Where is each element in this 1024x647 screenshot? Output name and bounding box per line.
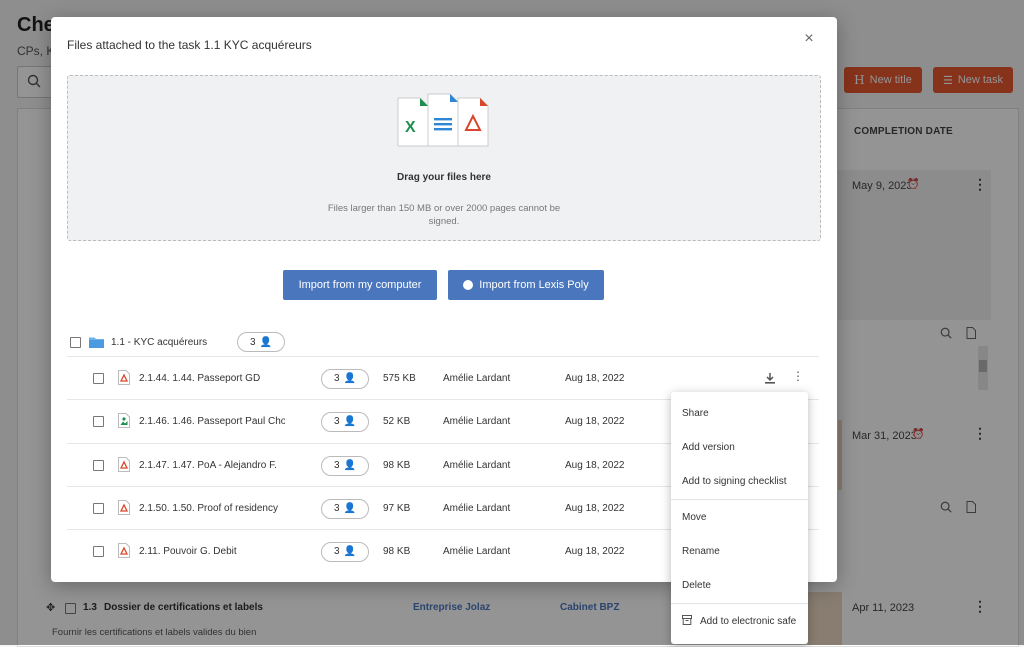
menu-item-add-to-signing-checklist[interactable]: Add to signing checklist — [671, 464, 808, 498]
menu-item-rename[interactable]: Rename — [671, 534, 808, 568]
file-author: Amélie Lardant — [443, 416, 511, 427]
users-lock-icon: 👤 — [343, 546, 356, 557]
file-size: 98 KB — [383, 546, 411, 557]
menu-item-label: Add to signing checklist — [682, 475, 787, 487]
close-icon: × — [804, 30, 814, 47]
shared-users-badge[interactable]: 3 👤 — [321, 411, 369, 432]
import-from-computer-button[interactable]: Import from my computer — [283, 270, 437, 300]
menu-item-add-to-electronic-safe[interactable]: Add to electronic safe — [671, 604, 808, 638]
users-lock-icon: 👤 — [343, 416, 356, 427]
menu-item-share[interactable]: Share — [671, 396, 808, 430]
file-name[interactable]: 2.1.50. 1.50. Proof of residency — [139, 503, 278, 514]
file-author: Amélie Lardant — [443, 373, 511, 384]
file-checkbox[interactable] — [93, 460, 104, 471]
file-date: Aug 18, 2022 — [565, 460, 625, 471]
menu-item-add-version[interactable]: Add version — [671, 430, 808, 464]
file-checkbox[interactable] — [93, 503, 104, 514]
file-author: Amélie Lardant — [443, 546, 511, 557]
users-lock-icon: 👤 — [343, 503, 356, 514]
dropzone-hint: Files larger than 150 MB or over 2000 pa… — [327, 203, 561, 227]
modal-title: Files attached to the task 1.1 KYC acqué… — [67, 38, 312, 52]
shared-users-count: 3 — [333, 460, 340, 471]
shared-users-count: 3 — [333, 546, 340, 557]
users-lock-icon: 👤 — [343, 373, 356, 384]
folder-name: 1.1 - KYC acquéreurs — [111, 337, 208, 348]
dropzone-title: Drag your files here — [397, 172, 491, 183]
shared-users-badge[interactable]: 3 👤 — [321, 498, 369, 519]
menu-item-label: Move — [682, 511, 707, 523]
users-lock-icon: 👤 — [259, 336, 272, 348]
shared-users-count: 3 — [333, 373, 340, 384]
pdf-icon — [118, 499, 130, 518]
archive-box-icon — [682, 614, 692, 628]
import-from-lexis-button[interactable]: Import from Lexis Poly — [448, 270, 604, 300]
users-lock-icon: 👤 — [343, 460, 356, 471]
svg-text:X: X — [405, 119, 416, 136]
download-icon[interactable] — [764, 371, 776, 389]
import-from-computer-label: Import from my computer — [298, 279, 422, 291]
menu-item-label: Delete — [682, 579, 711, 591]
file-name[interactable]: 2.11. Pouvoir G. Debit — [139, 546, 237, 557]
file-date: Aug 18, 2022 — [565, 416, 625, 427]
file-name[interactable]: 2.1.47. 1.47. PoA - Alejandro F. — [139, 460, 277, 471]
pdf-icon — [118, 456, 130, 475]
file-size: 575 KB — [383, 373, 416, 384]
pdf-icon — [118, 369, 130, 388]
file-size: 52 KB — [383, 416, 411, 427]
pdf-file-icon — [457, 97, 489, 147]
shared-users-badge[interactable]: 3 👤 — [237, 332, 285, 352]
file-dropzone[interactable]: X Drag your files here Files larger than… — [67, 75, 821, 241]
folder-checkbox[interactable] — [70, 337, 81, 348]
close-button[interactable]: × — [799, 29, 819, 49]
shared-users-count: 3 — [249, 336, 256, 348]
image-file-icon — [118, 412, 130, 431]
text-file-icon — [427, 93, 459, 147]
menu-item-label: Rename — [682, 545, 720, 557]
shared-users-count: 3 — [333, 416, 340, 427]
file-date: Aug 18, 2022 — [565, 373, 625, 384]
import-from-lexis-label: Import from Lexis Poly — [479, 279, 589, 291]
shared-users-badge[interactable]: 3 👤 — [321, 455, 369, 476]
folder-icon — [89, 336, 104, 351]
menu-item-label: Share — [682, 407, 709, 419]
folder-row[interactable]: 1.1 - KYC acquéreurs 3 👤 — [67, 329, 819, 355]
file-date: Aug 18, 2022 — [565, 503, 625, 514]
file-checkbox[interactable] — [93, 416, 104, 427]
file-types-illustration: X — [394, 92, 494, 157]
file-checkbox[interactable] — [93, 546, 104, 557]
excel-file-icon: X — [397, 97, 429, 147]
menu-item-label: Add to electronic safe — [700, 615, 797, 627]
shared-users-badge[interactable]: 3 👤 — [321, 541, 369, 562]
menu-item-delete[interactable]: Delete — [671, 568, 808, 602]
file-name[interactable]: 2.1.46. 1.46. Passeport Paul Cho — [139, 416, 285, 427]
file-name[interactable]: 2.1.44. 1.44. Passeport GD — [139, 373, 260, 384]
menu-item-label: Add version — [682, 441, 735, 453]
pdf-icon — [118, 542, 130, 561]
file-checkbox[interactable] — [93, 373, 104, 384]
shared-users-badge[interactable]: 3 👤 — [321, 368, 369, 389]
file-author: Amélie Lardant — [443, 460, 511, 471]
shared-users-count: 3 — [333, 503, 340, 514]
file-size: 98 KB — [383, 460, 411, 471]
file-date: Aug 18, 2022 — [565, 546, 625, 557]
menu-item-move[interactable]: Move — [671, 500, 808, 534]
more-options-icon[interactable]: ⋮ — [792, 369, 804, 383]
file-context-menu: Share Add version Add to signing checkli… — [671, 392, 808, 644]
lexis-logo-icon — [463, 280, 474, 290]
file-author: Amélie Lardant — [443, 503, 511, 514]
file-size: 97 KB — [383, 503, 411, 514]
